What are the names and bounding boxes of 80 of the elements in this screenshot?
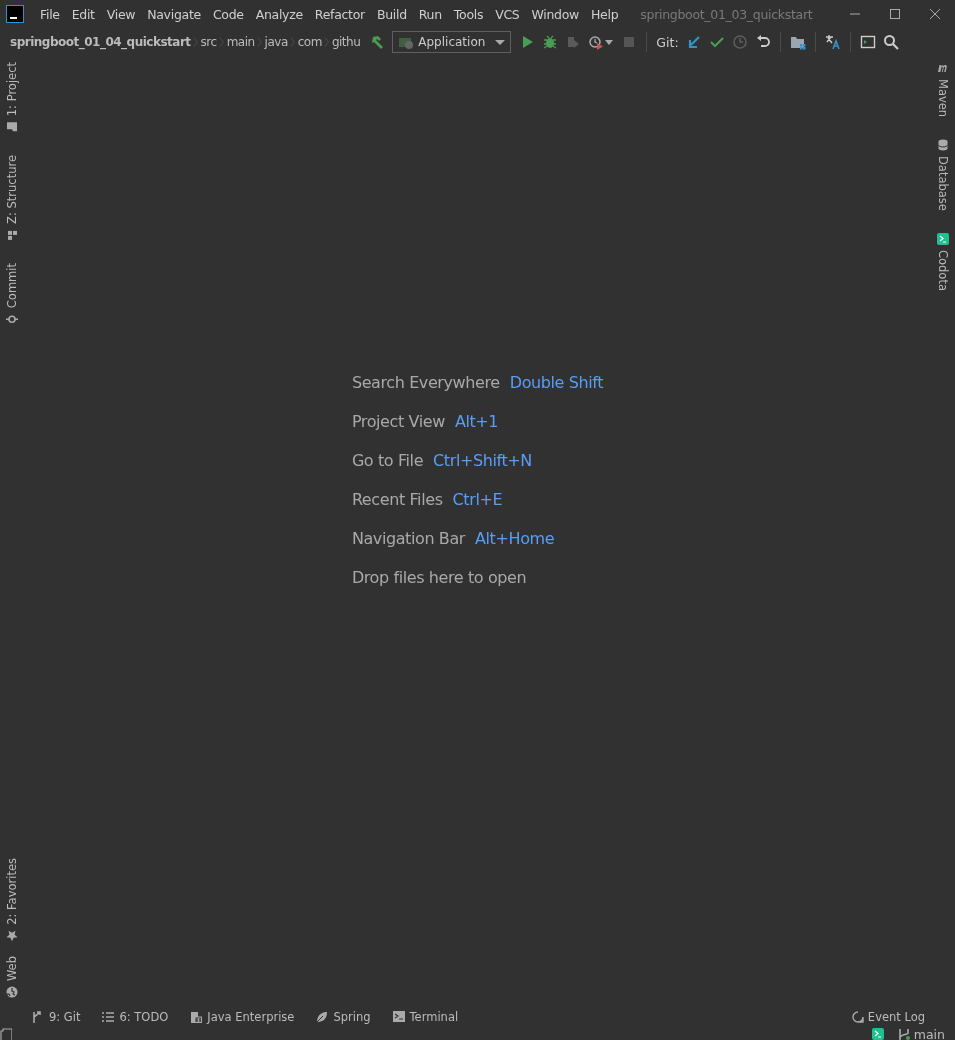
check-icon[interactable] [708,34,725,50]
breadcrumb-item[interactable]: com [297,35,322,49]
branch-name[interactable]: main [913,1026,945,1040]
branch-icon [32,1011,44,1023]
menu-item[interactable]: File [34,6,66,22]
list-icon [102,1011,115,1023]
menu-item[interactable]: Build [370,6,413,22]
breadcrumb-item[interactable]: githu [331,35,361,49]
chevron-icon [256,35,263,49]
chevron-icon [323,35,330,49]
globe-icon [6,986,18,998]
shortcut-text: Ctrl+Shift+N [433,450,532,471]
tool-window-tab[interactable]: Maven [936,62,950,118]
menu-item[interactable]: Tools [447,6,490,22]
maximize-icon[interactable] [889,8,901,20]
menu-item[interactable]: Analyze [249,6,309,22]
welcome-hint: Go to File [351,450,424,471]
welcome-hint: Project View [351,411,445,432]
chevron-icon [218,35,225,49]
menu-item[interactable]: Code [206,6,250,22]
breadcrumb-item[interactable]: main [226,35,255,49]
chevron-icon [289,35,296,49]
structure-icon [6,229,18,242]
folder-icon [6,121,18,134]
translate-icon[interactable] [824,34,841,50]
tool-window-tab[interactable]: Codota [936,233,950,291]
window-title: springboot_01_03_quickstart [640,6,813,22]
tool-window-tab[interactable]: Web [5,955,19,998]
database-icon [937,139,949,152]
tool-window-tab[interactable]: Commit [5,263,19,326]
menu-item[interactable]: VCS [489,6,526,22]
breadcrumb-item[interactable]: src [200,35,217,49]
tool-window-tab[interactable]: 2: Favorites [5,858,19,942]
tool-window-tab[interactable]: Terminal [392,1010,459,1024]
close-icon[interactable] [929,8,941,20]
chevron-icon [192,35,199,49]
caret-icon [495,37,506,47]
panel-toggle-icon[interactable] [0,1028,12,1040]
shortcut-text: Double Shift [509,372,604,393]
menu-item[interactable]: Window [525,6,585,22]
tool-window-tab[interactable]: Database [936,139,950,211]
welcome-hint: Recent Files [351,489,443,510]
run-configuration-dropdown[interactable]: Application [392,31,512,53]
star-icon [6,929,18,942]
terminal-icon [392,1011,405,1023]
menu-item[interactable]: Help [585,6,625,22]
leaf-icon [316,1011,329,1023]
maven-icon [937,62,949,74]
shortcut-text: Alt+1 [454,411,499,432]
shortcut-text: Alt+Home [475,528,555,549]
profiler-icon[interactable] [588,34,605,50]
breadcrumb-item[interactable]: springboot_01_04_quickstart [10,35,191,49]
tool-window-tab[interactable]: 9: Git [32,1010,81,1024]
welcome-hint: Search Everywhere [351,372,500,393]
menu-item[interactable]: Refactor [308,6,371,22]
menu-item[interactable]: View [100,6,142,22]
enterprise-icon [190,1011,203,1023]
folder-icon[interactable] [789,34,806,50]
event-log-tab[interactable]: Event Log [851,1010,925,1024]
tool-window-tab[interactable]: Java Enterprise [190,1010,295,1024]
codota-icon[interactable] [871,1028,884,1040]
search-icon[interactable] [882,34,899,50]
app-logo-icon[interactable] [6,5,24,23]
tool-window-tab[interactable]: 1: Project [5,62,19,134]
terminal-icon[interactable] [859,34,876,50]
debug-icon[interactable] [542,34,559,50]
menu-item[interactable]: Run [412,6,448,22]
tool-window-tab[interactable]: Spring [316,1010,371,1024]
welcome-hint: Navigation Bar [351,528,466,549]
menu-item[interactable]: Navigate [141,6,207,22]
welcome-hint: Drop files here to open [351,567,527,588]
branch-icon[interactable] [897,1028,910,1040]
vcs-label: Git: [656,34,679,50]
menu-item[interactable]: Edit [65,6,101,22]
commit-icon [6,313,18,326]
breadcrumb-item[interactable]: java [264,35,288,49]
codota-icon [937,233,949,245]
tool-window-tab[interactable]: Z: Structure [5,155,19,242]
tool-window-tab[interactable]: 6: TODO [102,1010,169,1024]
shortcut-text: Ctrl+E [452,489,503,510]
